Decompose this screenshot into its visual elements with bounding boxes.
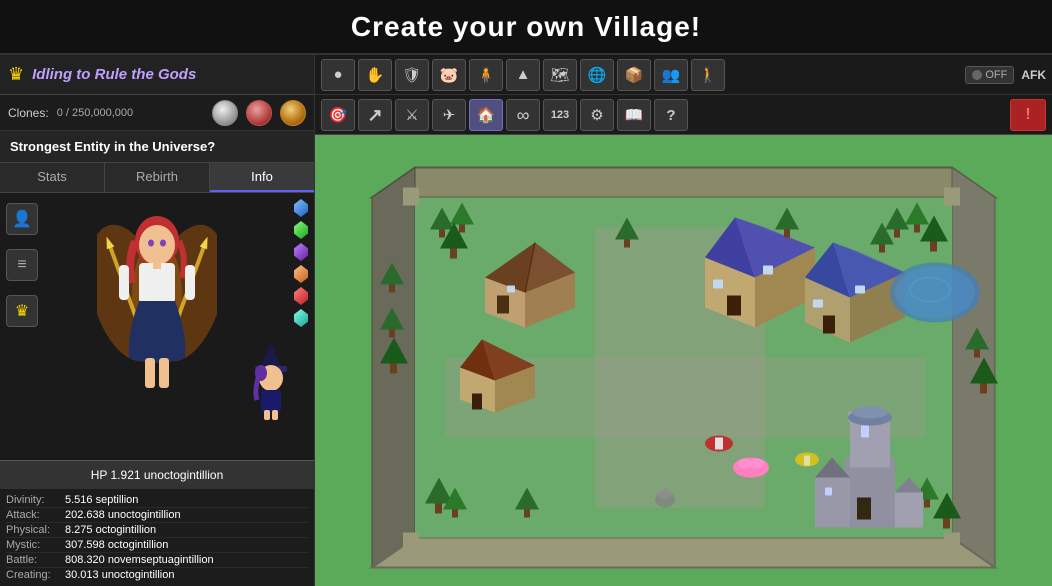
btn-shield[interactable]: 🛡 — [395, 59, 429, 91]
entity-title: Strongest Entity in the Universe? — [0, 131, 314, 163]
stat-value-divinity: 5.516 septillion — [65, 494, 138, 506]
tab-stats[interactable]: Stats — [0, 163, 105, 192]
stat-name-divinity: Divinity: — [6, 494, 61, 506]
tab-rebirth[interactable]: Rebirth — [105, 163, 210, 192]
clones-label: Clones: — [8, 106, 49, 120]
page-title: Create your own Village! — [351, 11, 701, 43]
game-world: ● ✋ 🛡 🐷 🧍 ▲ 🗺 🌐 📦 👥 🚶 OFF AFK 🎯 — [315, 55, 1052, 586]
village-area[interactable] — [315, 135, 1052, 586]
afk-toggle[interactable]: OFF — [965, 66, 1014, 84]
btn-settings[interactable]: ⚙ — [580, 99, 614, 131]
char-icon-person[interactable]: 👤 — [6, 203, 38, 235]
btn-pets[interactable]: 🐷 — [432, 59, 466, 91]
character-area: 👤 ≡ ♛ — [0, 193, 314, 460]
gem-teal — [294, 309, 308, 327]
clones-value: 0 / 250,000,000 — [57, 107, 133, 119]
stat-row-mystic: Mystic: 307.598 octogintillion — [6, 538, 308, 553]
btn-help[interactable]: ? — [654, 99, 688, 131]
gem-purple — [294, 243, 308, 261]
title-bar: Create your own Village! — [0, 0, 1052, 55]
toolbar-row1: ● ✋ 🛡 🐷 🧍 ▲ 🗺 🌐 📦 👥 🚶 OFF AFK — [315, 55, 1052, 95]
stat-value-physical: 8.275 octogintillion — [65, 524, 156, 536]
char-icon-menu[interactable]: ≡ — [6, 249, 38, 281]
gem-green — [294, 221, 308, 239]
game-header: ♛ Idling to Rule the Gods — [0, 55, 314, 95]
btn-village[interactable]: 🏠 — [469, 99, 503, 131]
hp-text: HP 1.921 unoctogintillion — [91, 468, 224, 482]
gem-orange — [294, 265, 308, 283]
stat-name-mystic: Mystic: — [6, 539, 61, 551]
stat-row-divinity: Divinity: 5.516 septillion — [6, 493, 308, 508]
btn-numbers[interactable]: 123 — [543, 99, 577, 131]
stat-value-mystic: 307.598 octogintillion — [65, 539, 168, 551]
tab-info[interactable]: Info — [210, 163, 314, 192]
orb-icon[interactable] — [212, 100, 238, 126]
npc-character — [239, 340, 304, 420]
clones-bar: Clones: 0 / 250,000,000 — [0, 95, 314, 131]
tabs-row: Stats Rebirth Info — [0, 163, 314, 193]
item1-icon[interactable] — [246, 100, 272, 126]
btn-plane[interactable]: ✈ — [432, 99, 466, 131]
game-title: Idling to Rule the Gods — [32, 66, 196, 83]
stat-value-battle: 808.320 novemseptuagintillion — [65, 554, 214, 566]
alert-button[interactable]: ! — [1010, 99, 1046, 131]
left-panel: ♛ Idling to Rule the Gods Clones: 0 / 25… — [0, 55, 315, 586]
btn-night-mode[interactable]: ● — [321, 59, 355, 91]
stat-value-attack: 202.638 unoctogintillion — [65, 509, 181, 521]
btn-infinity[interactable]: ∞ — [506, 99, 540, 131]
char-icon-crown[interactable]: ♛ — [6, 295, 38, 327]
gem-blue — [294, 199, 308, 217]
crown-icon: ♛ — [8, 64, 24, 85]
btn-arrow[interactable]: ↗ — [358, 99, 392, 131]
btn-chest[interactable]: 📦 — [617, 59, 651, 91]
gem-red — [294, 287, 308, 305]
afk-label: AFK — [1021, 68, 1046, 82]
item2-icon[interactable] — [280, 100, 306, 126]
toggle-dot — [972, 70, 982, 80]
btn-person[interactable]: 🚶 — [691, 59, 725, 91]
char-side-icons: 👤 ≡ ♛ — [6, 203, 38, 327]
character-sprite — [77, 203, 237, 403]
stat-row-physical: Physical: 8.275 octogintillion — [6, 523, 308, 538]
btn-pyramid[interactable]: ▲ — [506, 59, 540, 91]
btn-map[interactable]: 🗺 — [543, 59, 577, 91]
btn-target[interactable]: 🎯 — [321, 99, 355, 131]
btn-people[interactable]: 👥 — [654, 59, 688, 91]
toolbar-row2: 🎯 ↗ ⚔ ✈ 🏠 ∞ 123 ⚙ 📖 ? ! — [315, 95, 1052, 135]
btn-guide[interactable]: 📖 — [617, 99, 651, 131]
stat-value-creating: 30.013 unoctogintillion — [65, 569, 174, 581]
toggle-off-label: OFF — [985, 69, 1007, 81]
stat-name-creating: Creating: — [6, 569, 61, 581]
btn-sword[interactable]: ⚔ — [395, 99, 429, 131]
hp-bar-section: HP 1.921 unoctogintillion — [0, 460, 314, 489]
btn-globe[interactable]: 🌐 — [580, 59, 614, 91]
toolbar: ● ✋ 🛡 🐷 🧍 ▲ 🗺 🌐 📦 👥 🚶 OFF AFK 🎯 — [315, 55, 1052, 135]
stat-name-battle: Battle: — [6, 554, 61, 566]
stat-row-attack: Attack: 202.638 unoctogintillion — [6, 508, 308, 523]
village-map — [315, 135, 1052, 586]
btn-interaction[interactable]: ✋ — [358, 59, 392, 91]
gem-icons — [294, 199, 308, 327]
stat-row-creating: Creating: 30.013 unoctogintillion — [6, 568, 308, 582]
btn-figure[interactable]: 🧍 — [469, 59, 503, 91]
stat-name-attack: Attack: — [6, 509, 61, 521]
stat-name-physical: Physical: — [6, 524, 61, 536]
stat-row-battle: Battle: 808.320 novemseptuagintillion — [6, 553, 308, 568]
stats-table: Divinity: 5.516 septillion Attack: 202.6… — [0, 489, 314, 586]
